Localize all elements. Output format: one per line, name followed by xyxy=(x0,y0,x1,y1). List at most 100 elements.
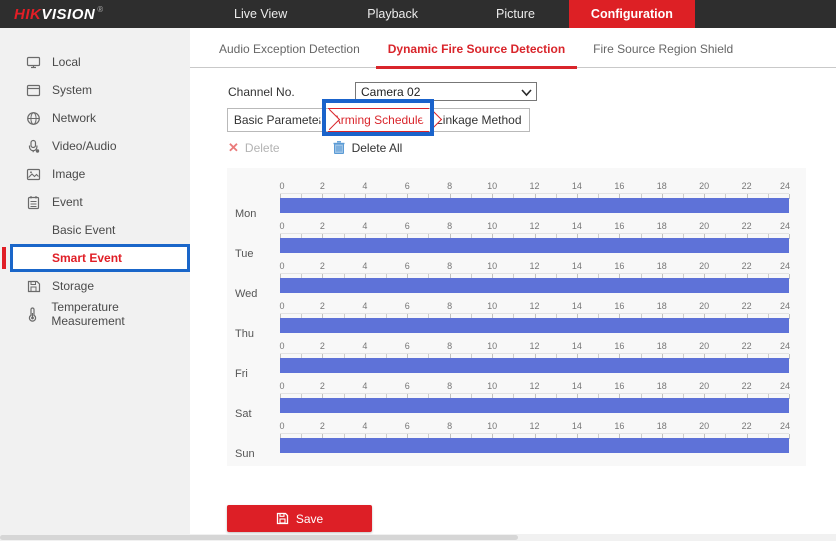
bar-track[interactable] xyxy=(280,318,789,333)
delete-all-button[interactable]: Delete All xyxy=(332,140,403,155)
storage-icon xyxy=(25,279,41,294)
save-button[interactable]: Save xyxy=(227,505,372,532)
window-icon xyxy=(25,83,41,98)
hour-tick-label: 6 xyxy=(405,381,410,391)
hour-tick-label: 2 xyxy=(320,301,325,311)
channel-select[interactable]: Camera 02 xyxy=(355,82,537,101)
tick-mark xyxy=(789,194,790,199)
sidebar: Local System Network Video/Audio Image E… xyxy=(0,28,190,541)
hour-tick-label: 24 xyxy=(780,301,790,311)
hour-tick-label: 22 xyxy=(742,421,752,431)
schedule-bar[interactable] xyxy=(280,398,789,413)
horizontal-scrollbar[interactable] xyxy=(0,534,836,541)
hour-tick-label: 16 xyxy=(614,301,624,311)
sidebar-item-basic-event[interactable]: Basic Event xyxy=(0,216,190,244)
schedule-bar[interactable] xyxy=(280,278,789,293)
hour-tick-label: 14 xyxy=(572,261,582,271)
schedule-row: Fri 024681012141618202224 xyxy=(227,341,806,381)
hikvision-logo: HIKVISION® xyxy=(0,0,190,28)
subtab-basic-parameter[interactable]: Basic Parameter xyxy=(228,109,328,131)
hour-labels: 024681012141618202224 xyxy=(280,301,789,313)
bar-track[interactable] xyxy=(280,398,789,413)
hour-tick-label: 20 xyxy=(699,221,709,231)
event-icon xyxy=(25,195,41,210)
nav-live-view[interactable]: Live View xyxy=(210,0,311,28)
hour-tick-label: 12 xyxy=(529,381,539,391)
sidebar-item-network[interactable]: Network xyxy=(0,104,190,132)
hour-tick-label: 8 xyxy=(447,341,452,351)
bar-track[interactable] xyxy=(280,238,789,253)
nav-configuration[interactable]: Configuration xyxy=(569,0,695,28)
day-axis: 024681012141618202224 xyxy=(280,181,789,221)
day-axis: 024681012141618202224 xyxy=(280,381,789,421)
hour-tick-label: 0 xyxy=(279,181,284,191)
logo-vision: VISION xyxy=(41,6,95,23)
nav-picture[interactable]: Picture xyxy=(472,0,559,28)
channel-row: Channel No. Camera 02 xyxy=(228,82,537,101)
sidebar-item-label: System xyxy=(52,83,92,97)
hour-tick-label: 16 xyxy=(614,181,624,191)
hour-tick-label: 2 xyxy=(320,221,325,231)
sidebar-item-video-audio[interactable]: Video/Audio xyxy=(0,132,190,160)
bar-track[interactable] xyxy=(280,438,789,453)
sidebar-item-storage[interactable]: Storage xyxy=(0,272,190,300)
tab-audio-exception-detection[interactable]: Audio Exception Detection xyxy=(215,42,364,67)
schedule-bar[interactable] xyxy=(280,238,789,253)
detection-tabs: Audio Exception Detection Dynamic Fire S… xyxy=(190,28,836,68)
tick-mark xyxy=(789,274,790,279)
hour-labels: 024681012141618202224 xyxy=(280,261,789,273)
schedule-bar[interactable] xyxy=(280,198,789,213)
schedule-row: Sun 024681012141618202224 xyxy=(227,421,806,461)
parameter-subtabs: Basic Parameter Arming Schedule Linkage … xyxy=(227,108,530,132)
schedule-bar[interactable] xyxy=(280,318,789,333)
schedule-row: Wed 024681012141618202224 xyxy=(227,261,806,301)
save-floppy-icon xyxy=(276,512,289,525)
logo-registered-mark: ® xyxy=(97,5,103,14)
hour-tick-label: 22 xyxy=(742,221,752,231)
hour-tick-label: 0 xyxy=(279,341,284,351)
tab-dynamic-fire-source-detection[interactable]: Dynamic Fire Source Detection xyxy=(384,42,569,67)
tab-fire-source-region-shield[interactable]: Fire Source Region Shield xyxy=(589,42,737,67)
sidebar-item-label: Local xyxy=(52,55,81,69)
nav-playback[interactable]: Playback xyxy=(343,0,442,28)
day-label: Thu xyxy=(227,301,280,341)
hour-tick-label: 4 xyxy=(362,341,367,351)
sidebar-item-smart-event[interactable]: Smart Event xyxy=(10,244,190,272)
subtab-arming-schedule[interactable]: Arming Schedule xyxy=(328,108,428,132)
sidebar-item-local[interactable]: Local xyxy=(0,48,190,76)
hour-labels: 024681012141618202224 xyxy=(280,181,789,193)
sidebar-item-image[interactable]: Image xyxy=(0,160,190,188)
subtab-linkage-method[interactable]: Linkage Method xyxy=(429,109,529,131)
hour-tick-label: 20 xyxy=(699,381,709,391)
hour-tick-label: 4 xyxy=(362,381,367,391)
horizontal-scrollbar-thumb[interactable] xyxy=(0,535,518,540)
day-axis: 024681012141618202224 xyxy=(280,421,789,461)
bar-track[interactable] xyxy=(280,358,789,373)
tick-mark xyxy=(789,234,790,239)
hour-labels: 024681012141618202224 xyxy=(280,341,789,353)
hour-tick-label: 24 xyxy=(780,181,790,191)
delete-button[interactable]: ✕ Delete xyxy=(228,141,280,155)
hour-tick-label: 10 xyxy=(487,181,497,191)
hour-tick-label: 10 xyxy=(487,341,497,351)
chevron-down-icon xyxy=(520,86,533,99)
hour-tick-label: 24 xyxy=(780,341,790,351)
hour-tick-label: 10 xyxy=(487,221,497,231)
bar-track[interactable] xyxy=(280,278,789,293)
sidebar-item-temperature-measurement[interactable]: Temperature Measurement xyxy=(0,300,190,328)
sidebar-item-system[interactable]: System xyxy=(0,76,190,104)
hour-tick-label: 12 xyxy=(529,341,539,351)
hour-tick-label: 4 xyxy=(362,221,367,231)
sidebar-item-label: Image xyxy=(52,167,85,181)
hour-tick-label: 10 xyxy=(487,261,497,271)
hour-tick-label: 20 xyxy=(699,181,709,191)
hour-tick-label: 6 xyxy=(405,341,410,351)
bar-track[interactable] xyxy=(280,198,789,213)
day-axis: 024681012141618202224 xyxy=(280,221,789,261)
hour-tick-label: 10 xyxy=(487,381,497,391)
schedule-bar[interactable] xyxy=(280,358,789,373)
sidebar-item-event[interactable]: Event xyxy=(0,188,190,216)
microphone-icon xyxy=(25,139,41,154)
channel-no-label: Channel No. xyxy=(228,85,355,99)
schedule-bar[interactable] xyxy=(280,438,789,453)
